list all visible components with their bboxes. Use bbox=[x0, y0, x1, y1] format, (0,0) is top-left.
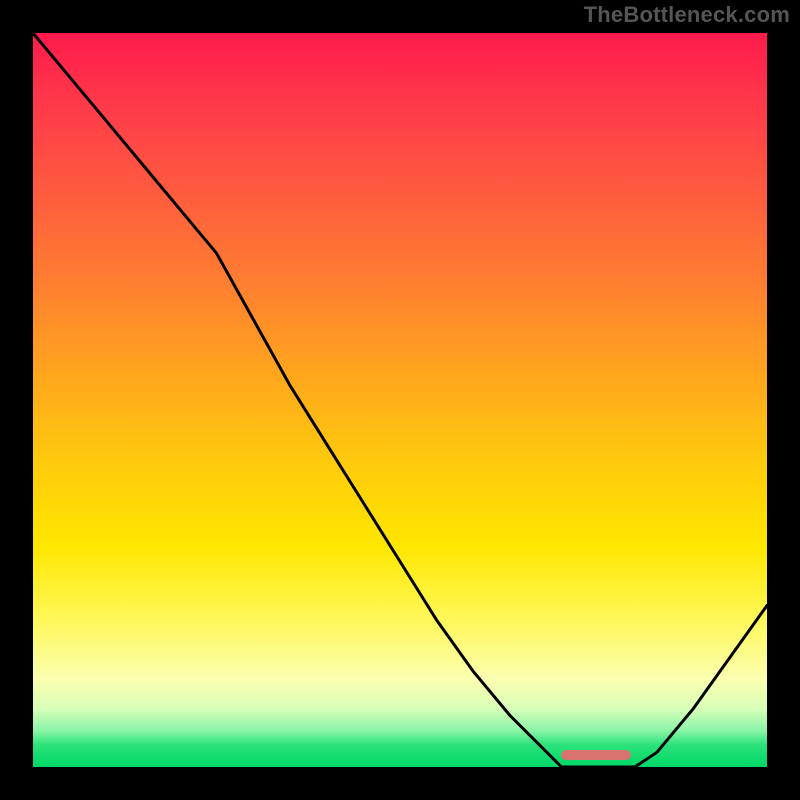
curve-path bbox=[33, 33, 767, 767]
plot-area bbox=[30, 30, 770, 770]
optimal-range-marker bbox=[561, 750, 631, 760]
bottleneck-curve bbox=[33, 33, 767, 767]
chart-container: TheBottleneck.com bbox=[0, 0, 800, 800]
watermark-text: TheBottleneck.com bbox=[584, 2, 790, 28]
